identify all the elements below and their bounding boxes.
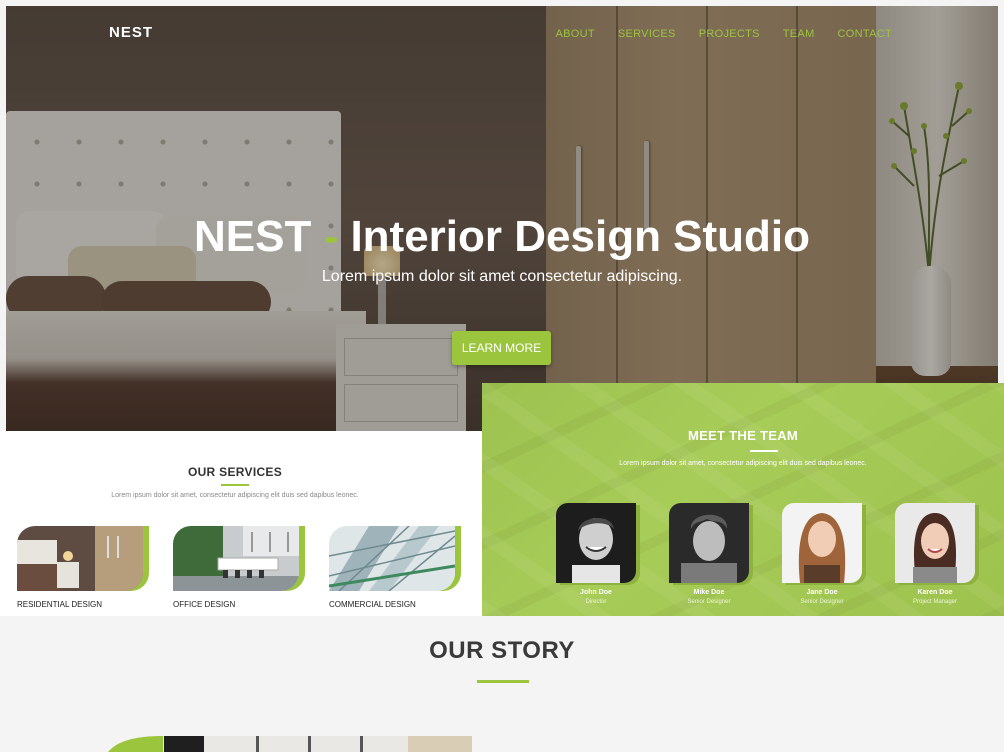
services-section: OUR SERVICES Lorem ipsum dolor sit amet,… <box>0 431 482 616</box>
team-photo-jane <box>782 503 862 583</box>
hero-section: NEST ABOUT SERVICES PROJECTS TEAM CONTAC… <box>6 6 998 431</box>
learn-more-button[interactable]: LEARN MORE <box>452 331 551 365</box>
story-heading-underline <box>477 680 529 683</box>
team-photo-karen <box>895 503 975 583</box>
service-image-office <box>173 526 299 591</box>
team-role-karen: Project Manager <box>912 599 958 605</box>
service-image-residential <box>17 526 143 591</box>
services-lead: Lorem ipsum dolor sit amet, consectetur … <box>111 492 359 499</box>
team-section: MEET THE TEAM Lorem ipsum dolor sit amet… <box>482 383 1004 616</box>
story-image <box>108 734 472 752</box>
service-label-commercial: COMMERCIAL DESIGN <box>329 600 416 609</box>
team-member-john[interactable]: John Doe Director <box>556 503 636 605</box>
team-heading-underline <box>750 450 778 452</box>
story-heading: OUR STORY <box>429 637 575 664</box>
hero-title: NEST - Interior Design Studio <box>6 212 998 262</box>
site-logo[interactable]: NEST <box>109 24 153 41</box>
team-photo-john <box>556 503 636 583</box>
services-heading: OUR SERVICES <box>187 465 283 479</box>
service-label-office: OFFICE DESIGN <box>173 600 236 609</box>
hero-title-rest: Interior Design Studio <box>350 212 811 261</box>
team-member-mike[interactable]: Mike Doe Senior Designer <box>669 503 749 605</box>
team-heading: MEET THE TEAM <box>687 428 799 443</box>
team-member-jane[interactable]: Jane Doe Senior Designer <box>782 503 862 605</box>
service-card-commercial[interactable]: COMMERCIAL DESIGN <box>329 526 455 609</box>
team-member-karen[interactable]: Karen Doe Project Manager <box>895 503 975 605</box>
nav-team[interactable]: TEAM <box>783 28 815 40</box>
nav-about[interactable]: ABOUT <box>555 28 594 40</box>
hero-subtitle: Lorem ipsum dolor sit amet consectetur a… <box>321 268 683 285</box>
team-photo-mike <box>669 503 749 583</box>
team-name-karen: Karen Doe <box>917 589 953 596</box>
hero-title-brand: NEST <box>193 212 312 261</box>
nav-projects[interactable]: PROJECTS <box>699 28 760 40</box>
service-image-commercial <box>329 526 455 591</box>
service-label-residential: RESIDENTIAL DESIGN <box>17 600 103 609</box>
team-name-jane: Jane Doe <box>806 589 838 596</box>
team-role-jane: Senior Designer <box>800 599 844 605</box>
team-name-mike: Mike Doe <box>693 589 725 596</box>
story-section: OUR STORY <box>0 616 1004 752</box>
team-lead: Lorem ipsum dolor sit amet, consectetur … <box>619 460 867 467</box>
service-card-residential[interactable]: RESIDENTIAL DESIGN <box>17 526 143 609</box>
service-card-office[interactable]: OFFICE DESIGN <box>173 526 299 609</box>
team-role-mike: Senior Designer <box>687 599 731 605</box>
page: NEST ABOUT SERVICES PROJECTS TEAM CONTAC… <box>0 0 1004 752</box>
nav-services[interactable]: SERVICES <box>618 28 676 40</box>
team-name-john: John Doe <box>580 589 612 596</box>
team-role-john: Director <box>585 599 607 605</box>
nav-contact[interactable]: CONTACT <box>838 28 892 40</box>
services-heading-underline <box>221 484 249 486</box>
hero-title-dash: - <box>323 212 339 261</box>
main-nav: ABOUT SERVICES PROJECTS TEAM CONTACT <box>555 28 892 40</box>
